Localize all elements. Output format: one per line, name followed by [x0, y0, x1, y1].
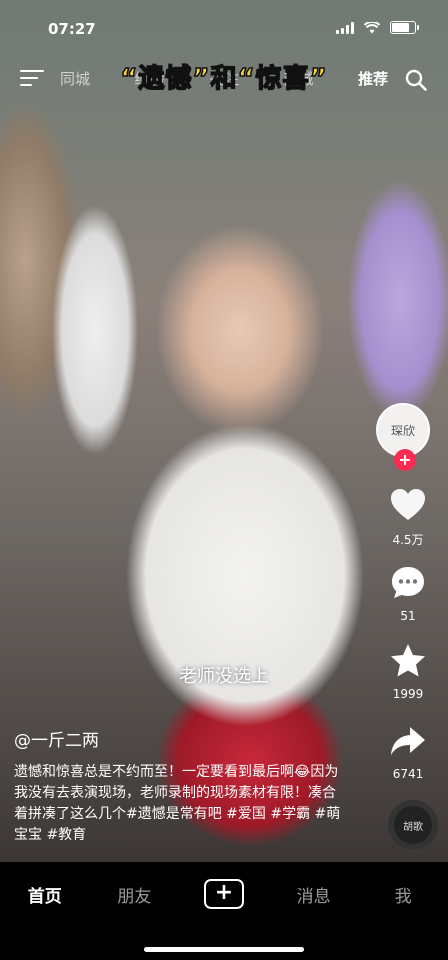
status-bar: 07:27 — [0, 0, 448, 60]
battery-level — [392, 23, 409, 32]
menu-icon[interactable] — [20, 70, 44, 88]
battery-icon — [390, 21, 419, 34]
nav-messages[interactable]: 消息 — [279, 882, 349, 907]
music-disc-icon[interactable]: 胡歌 — [388, 800, 438, 850]
video-subtitle: 老师没选上 — [179, 666, 269, 687]
author-avatar-wrap[interactable]: 琛欣 + — [376, 403, 430, 471]
nav-friends[interactable]: 朋友 — [99, 882, 169, 907]
bottom-nav: 首页 朋友 + 消息 我 — [0, 862, 448, 960]
status-icons — [336, 21, 419, 34]
search-icon[interactable] — [404, 68, 428, 92]
nav-home[interactable]: 首页 — [10, 882, 80, 907]
music-disc-label: 胡歌 — [403, 821, 423, 833]
video-overlay-title: “遗憾”和“惊喜” — [120, 63, 328, 95]
app-screen: 07:27 同城 经验 关注 商城 推荐 “遗憾”和“惊喜” 琛欣 + 4.5万… — [0, 0, 448, 960]
share-count: 6741 — [392, 767, 424, 781]
like-button[interactable]: 4.5万 — [368, 485, 448, 548]
comment-button[interactable]: 51 — [368, 563, 448, 623]
signal-icon — [336, 21, 354, 34]
wifi-icon — [364, 21, 380, 33]
author-name[interactable]: @一斤二两 — [14, 726, 99, 751]
heart-icon — [391, 489, 425, 520]
nav-add[interactable]: + — [189, 879, 259, 909]
nav-me[interactable]: 我 — [368, 882, 438, 907]
follow-button[interactable]: + — [394, 449, 416, 471]
share-icon — [391, 727, 425, 755]
favorite-count: 1999 — [392, 687, 424, 701]
like-count: 4.5万 — [392, 533, 424, 547]
share-button[interactable]: 6741 — [368, 721, 448, 781]
home-indicator[interactable] — [144, 947, 304, 952]
status-time: 07:27 — [48, 20, 96, 38]
add-button[interactable]: + — [203, 879, 244, 909]
comment-count: 51 — [400, 609, 416, 623]
post-caption[interactable]: 遗憾和惊喜总是不约而至！一定要看到最后啊😂因为我没有去表演现场，老师录制的现场素… — [14, 762, 344, 846]
comment-icon — [392, 567, 424, 598]
